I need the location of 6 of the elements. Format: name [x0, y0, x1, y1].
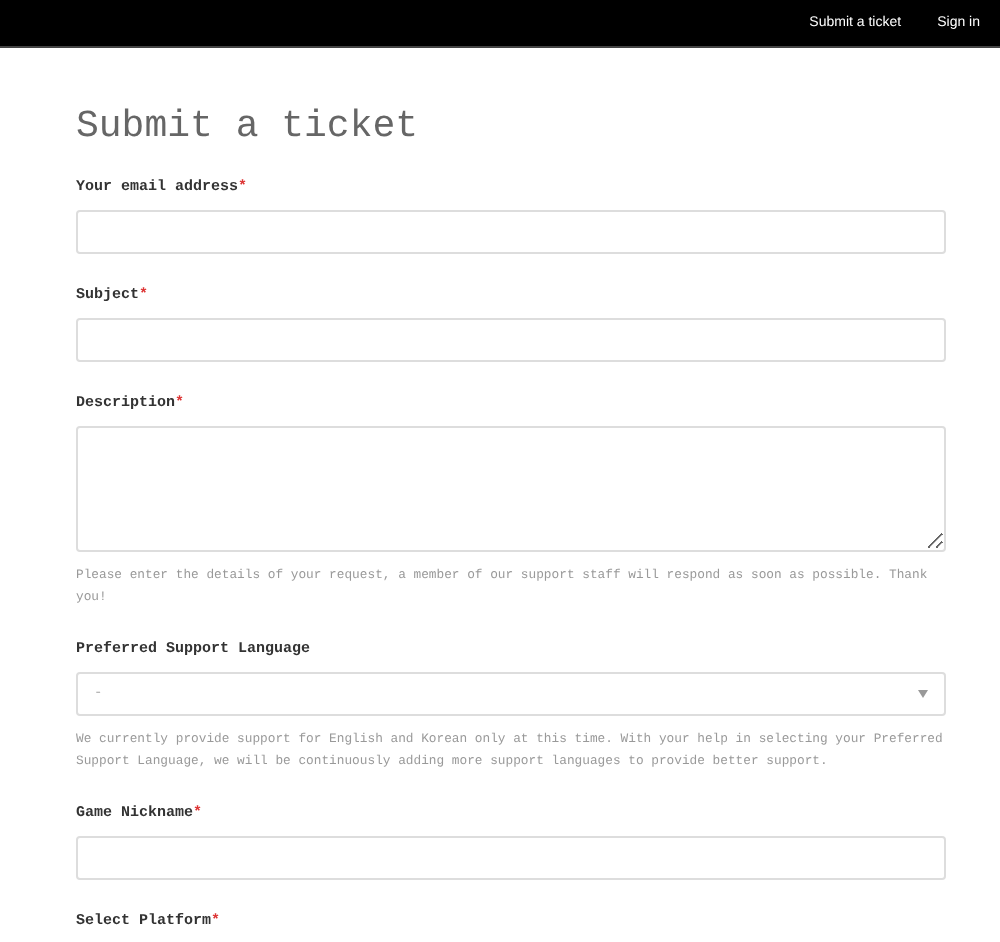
input-field[interactable] [76, 836, 946, 880]
description-field[interactable] [76, 426, 946, 552]
input-field[interactable] [76, 318, 946, 362]
page-title: Submit a ticket [76, 102, 421, 150]
input-field[interactable] [76, 210, 946, 254]
caret-icon [918, 690, 928, 698]
